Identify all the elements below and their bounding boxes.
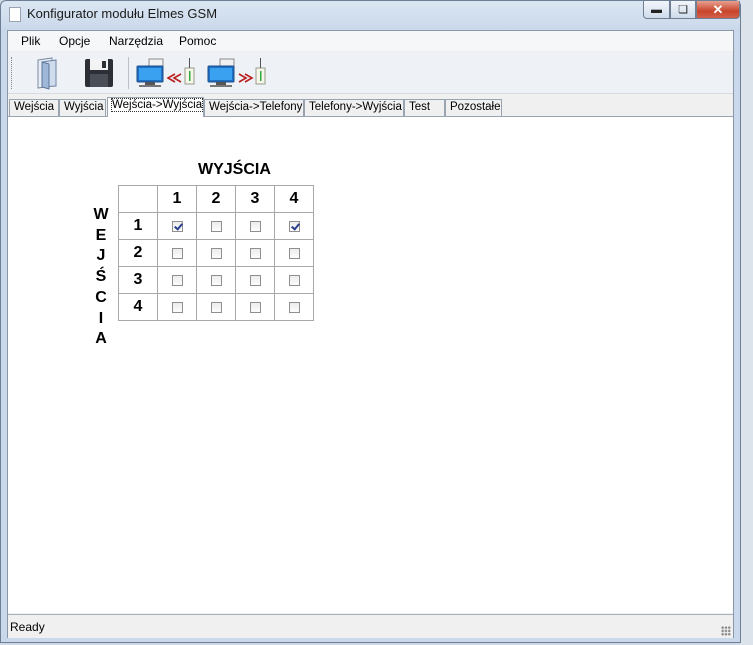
toolbar-separator	[128, 57, 129, 89]
read-button[interactable]	[135, 56, 199, 90]
matrix-row: 4	[118, 293, 314, 321]
title-bar[interactable]: Konfigurator modułu Elmes GSM ▬ ❏ ✕	[1, 1, 740, 27]
inputs-title-letter: W	[93, 206, 109, 223]
inputs-title-letter: A	[95, 330, 107, 348]
tab-wyjscia[interactable]: Wyjścia	[59, 99, 106, 116]
mapping-checkbox[interactable]	[171, 302, 183, 314]
matrix-row: 3	[118, 266, 314, 294]
matrix-header-row: 1 2 3 4	[118, 185, 314, 213]
app-window: Konfigurator modułu Elmes GSM ▬ ❏ ✕ Plik…	[0, 0, 741, 643]
inputs-title-letter: E	[95, 226, 107, 244]
tab-wejscia-wyjscia[interactable]: Wejścia->Wyjścia	[107, 97, 204, 117]
menu-plik[interactable]: Plik	[21, 34, 40, 48]
input-row-header: 4	[118, 293, 158, 321]
input-row-header: 3	[118, 266, 158, 294]
write-to-device-icon	[207, 58, 266, 87]
mapping-checkbox[interactable]	[171, 221, 183, 233]
inputs-title-letter: I	[98, 309, 104, 327]
menu-pomoc[interactable]: Pomoc	[179, 34, 216, 48]
mapping-checkbox[interactable]	[210, 221, 222, 233]
mapping-checkbox[interactable]	[210, 248, 222, 260]
input-row-header: 2	[118, 239, 158, 267]
restore-icon: ❏	[678, 4, 688, 16]
inputs-title-letter: C	[95, 288, 107, 306]
app-icon	[9, 7, 21, 22]
mapping-checkbox[interactable]	[171, 275, 183, 287]
outputs-title: WYJŚCIA	[198, 161, 271, 178]
desktop-background	[740, 0, 753, 645]
client-area: Plik Opcje Narzędzia Pomoc Wejścia Wyjśc…	[7, 30, 734, 638]
tab-wejscia[interactable]: Wejścia	[9, 99, 59, 116]
tab-test[interactable]: Test	[404, 99, 445, 116]
input-row-header: 1	[118, 212, 158, 240]
matrix-row: 2	[118, 239, 314, 267]
tab-wejscia-telefony[interactable]: Wejścia->Telefony	[204, 99, 304, 116]
output-column-header: 3	[235, 185, 275, 213]
mapping-checkbox[interactable]	[249, 302, 261, 314]
inputs-title-letter: J	[96, 247, 106, 265]
menu-narzedzia[interactable]: Narzędzia	[109, 34, 163, 48]
mapping-checkbox[interactable]	[210, 302, 222, 314]
mapping-checkbox[interactable]	[249, 221, 261, 233]
inputs-title-letter: Ś	[95, 268, 107, 286]
matrix-corner	[118, 185, 158, 213]
tab-strip: Wejścia Wyjścia Wejścia->Wyjścia Wejścia…	[8, 97, 733, 117]
read-from-device-icon	[136, 58, 195, 87]
save-button[interactable]	[82, 56, 116, 90]
close-button[interactable]: ✕	[696, 1, 740, 19]
mapping-checkbox[interactable]	[249, 275, 261, 287]
window-title: Konfigurator modułu Elmes GSM	[27, 6, 218, 21]
inputs-title: W E J Ś C I A	[93, 205, 109, 350]
tab-panel-wejscia-wyjscia: WYJŚCIA W E J Ś C I A 1 2 3 4 1 2 3 4	[8, 116, 733, 613]
menu-opcje[interactable]: Opcje	[59, 34, 90, 48]
status-bar: Ready	[8, 614, 733, 638]
input-output-matrix: 1 2 3 4 1 2 3 4	[118, 185, 314, 321]
mapping-checkbox[interactable]	[171, 248, 183, 260]
minimize-button[interactable]: ▬	[643, 1, 670, 19]
mapping-checkbox[interactable]	[288, 221, 300, 233]
mapping-checkbox[interactable]	[288, 275, 300, 287]
tab-telefony-wyjscia[interactable]: Telefony->Wyjścia	[304, 99, 404, 116]
tab-pozostale[interactable]: Pozostałe	[445, 99, 502, 116]
open-button[interactable]	[30, 56, 64, 90]
output-column-header: 4	[274, 185, 314, 213]
output-column-header: 2	[196, 185, 236, 213]
mapping-checkbox[interactable]	[288, 248, 300, 260]
minimize-icon: ▬	[651, 3, 662, 16]
mapping-checkbox[interactable]	[288, 302, 300, 314]
close-icon: ✕	[712, 1, 724, 17]
mapping-checkbox[interactable]	[210, 275, 222, 287]
mapping-checkbox[interactable]	[249, 248, 261, 260]
maximize-button[interactable]: ❏	[670, 1, 696, 19]
save-icon	[85, 59, 113, 87]
toolbar	[8, 53, 733, 94]
menu-bar: Plik Opcje Narzędzia Pomoc	[8, 31, 733, 51]
resize-grip-icon[interactable]	[721, 626, 731, 636]
matrix-row: 1	[118, 212, 314, 240]
open-icon	[37, 57, 57, 90]
toolbar-grip[interactable]	[11, 57, 14, 89]
output-column-header: 1	[157, 185, 197, 213]
write-button[interactable]	[206, 56, 270, 90]
status-text: Ready	[10, 620, 45, 634]
